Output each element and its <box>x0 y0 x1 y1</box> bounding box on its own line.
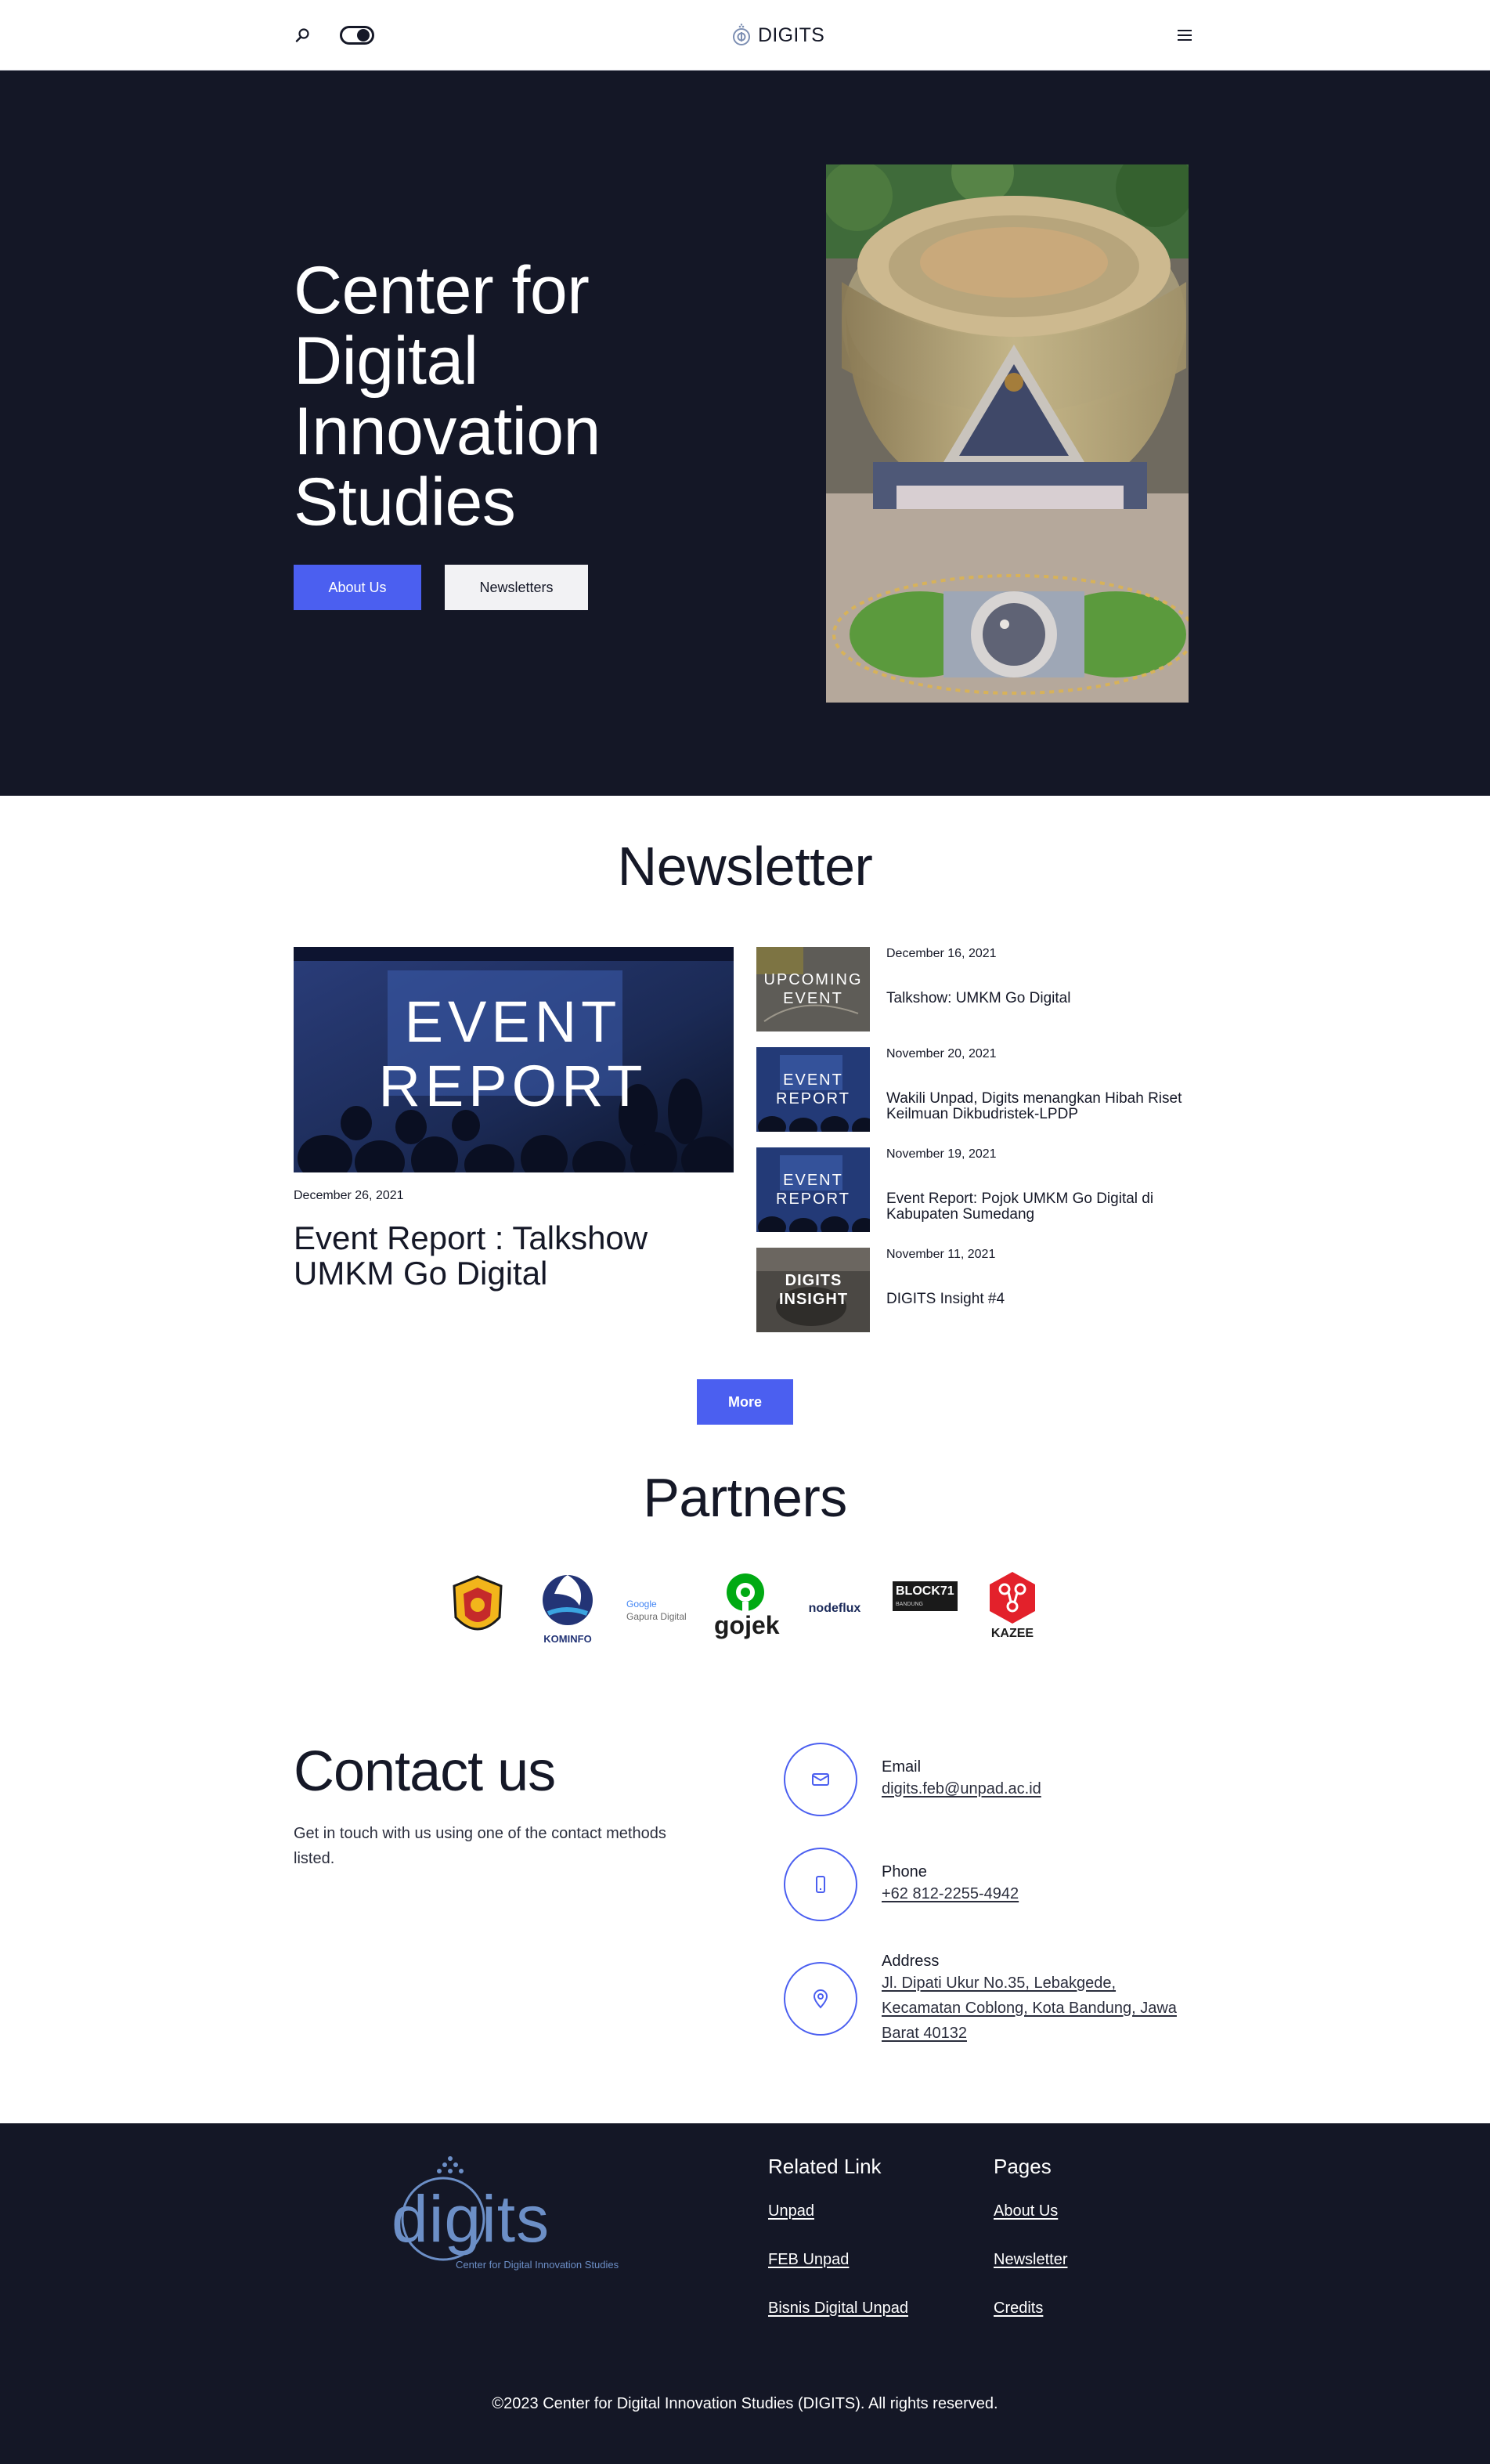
featured-article-date: December 26, 2021 <box>294 1189 404 1202</box>
kominfo-logo[interactable]: KOMINFO <box>539 1570 597 1649</box>
news-thumb-text: EVENT REPORT <box>776 1071 850 1107</box>
gapura-digital-logo[interactable]: Google Gapura Digital <box>625 1570 687 1649</box>
hero-building-image <box>826 164 1189 703</box>
hero-title: Center for Digital Innovation Studies <box>294 253 601 540</box>
gojek-text: gojek <box>714 1611 780 1639</box>
top-navbar: DIGITS <box>0 0 1490 70</box>
footer-digits-logo[interactable]: digits Center for Digital Innovation Stu… <box>384 2152 634 2278</box>
kazee-logo[interactable]: KAZEE <box>983 1570 1041 1649</box>
footer-link-about-us[interactable]: About Us <box>994 2202 1058 2220</box>
footer-logo-tagline: Center for Digital Innovation Studies <box>456 2259 619 2271</box>
news-thumb-text: EVENT REPORT <box>776 1172 850 1208</box>
map-pin-icon <box>813 1989 828 2009</box>
toggle-knob <box>357 29 370 42</box>
kominfo-emblem-icon <box>543 1575 593 1625</box>
kominfo-text: KOMINFO <box>543 1633 592 1645</box>
news-date: November 19, 2021 <box>886 1147 997 1161</box>
about-us-button[interactable]: About Us <box>294 565 421 610</box>
phone-link[interactable]: +62 812-2255-4942 <box>882 1881 1195 1906</box>
gapura-digital-text: Gapura Digital <box>626 1611 687 1622</box>
gojek-emblem-icon <box>727 1573 764 1614</box>
email-label: Email <box>882 1758 922 1776</box>
news-title[interactable]: DIGITS Insight #4 <box>886 1292 1192 1307</box>
contact-heading: Contact us <box>294 1740 556 1803</box>
newsletter-heading: Newsletter <box>617 836 873 897</box>
nodeflux-logo[interactable]: nodeflux <box>802 1570 868 1649</box>
address-link[interactable]: Jl. Dipati Ukur No.35, Lebakgede, Kecama… <box>882 1971 1195 2046</box>
kazee-text: KAZEE <box>990 1627 1034 1640</box>
related-link-heading: Related Link <box>768 2155 882 2178</box>
footer-logo-text: digits <box>391 2182 550 2256</box>
phone-icon <box>784 1848 857 1921</box>
featured-article-image[interactable]: EVENT REPORT <box>294 947 734 1172</box>
unpad-logo[interactable] <box>446 1570 509 1649</box>
search-icon[interactable] <box>294 26 312 45</box>
featured-thumb-text: EVENT REPORT <box>378 989 648 1118</box>
pages-heading: Pages <box>994 2155 1052 2178</box>
kazee-emblem-icon <box>990 1572 1035 1624</box>
news-thumb-text: UPCOMING EVENT <box>763 971 863 1007</box>
contact-description: Get in touch with us using one of the co… <box>294 1825 666 1867</box>
news-date: November 20, 2021 <box>886 1047 997 1060</box>
footer-link-unpad[interactable]: Unpad <box>768 2202 814 2220</box>
block71-logo[interactable]: BLOCK71 BANDUNG <box>891 1570 958 1649</box>
phone-label: Phone <box>882 1863 927 1881</box>
featured-article-title[interactable]: Event Report : Talkshow UMKM Go Digital <box>294 1220 701 1291</box>
theme-toggle[interactable] <box>340 26 374 45</box>
envelope-icon <box>812 1773 829 1786</box>
address-label: Address <box>882 1953 940 1970</box>
newsletter-list-item[interactable]: EVENT REPORT November 19, 2021 Event Rep… <box>756 1147 1189 1232</box>
email-icon <box>784 1743 857 1816</box>
digits-logo-icon <box>733 23 750 45</box>
newsletter-list-item[interactable]: EVENT REPORT November 20, 2021 Wakili Un… <box>756 1047 1189 1132</box>
news-thumbnail: EVENT REPORT <box>756 1147 870 1232</box>
more-button[interactable]: More <box>697 1379 793 1425</box>
newsletters-button[interactable]: Newsletters <box>445 565 588 610</box>
news-title[interactable]: Event Report: Pojok UMKM Go Digital di K… <box>886 1191 1192 1223</box>
newsletter-list-item[interactable]: DIGITS INSIGHT November 11, 2021 DIGITS … <box>756 1248 1189 1332</box>
nodeflux-text: nodeflux <box>808 1602 861 1615</box>
google-text: Google <box>626 1599 657 1610</box>
address-icon <box>784 1962 857 2036</box>
copyright-text: ©2023 Center for Digital Innovation Stud… <box>492 2395 998 2412</box>
news-title[interactable]: Wakili Unpad, Digits menangkan Hibah Ris… <box>886 1091 1192 1122</box>
mobile-phone-icon <box>816 1876 825 1893</box>
news-thumb-text: DIGITS INSIGHT <box>778 1272 849 1308</box>
news-date: December 16, 2021 <box>886 947 997 960</box>
brand-name: DIGITS <box>758 23 825 46</box>
newsletter-list-item[interactable]: UPCOMING EVENT December 16, 2021 Talksho… <box>756 947 1189 1031</box>
email-link[interactable]: digits.feb@unpad.ac.id <box>882 1776 1195 1801</box>
partners-logo-row: KOMINFO Google Gapura Digital gojek node… <box>0 1570 1490 1649</box>
gojek-logo[interactable]: gojek <box>714 1570 780 1649</box>
news-thumbnail: EVENT REPORT <box>756 1047 870 1132</box>
brand-logo[interactable]: DIGITS <box>730 23 824 48</box>
hero-section: Center for Digital Innovation Studies Ab… <box>0 70 1490 796</box>
footer-link-newsletter[interactable]: Newsletter <box>994 2251 1067 2269</box>
footer-link-feb-unpad[interactable]: FEB Unpad <box>768 2251 849 2269</box>
news-date: November 11, 2021 <box>886 1248 996 1261</box>
footer-link-credits[interactable]: Credits <box>994 2300 1043 2318</box>
news-thumbnail: DIGITS INSIGHT <box>756 1248 870 1332</box>
news-title[interactable]: Talkshow: UMKM Go Digital <box>886 991 1192 1006</box>
footer-link-bisnis-digital-unpad[interactable]: Bisnis Digital Unpad <box>768 2300 908 2318</box>
news-thumbnail: UPCOMING EVENT <box>756 947 870 1031</box>
hamburger-menu-icon[interactable] <box>1174 26 1195 45</box>
block71-subtext: BANDUNG <box>896 1602 924 1607</box>
partners-heading: Partners <box>643 1467 847 1528</box>
